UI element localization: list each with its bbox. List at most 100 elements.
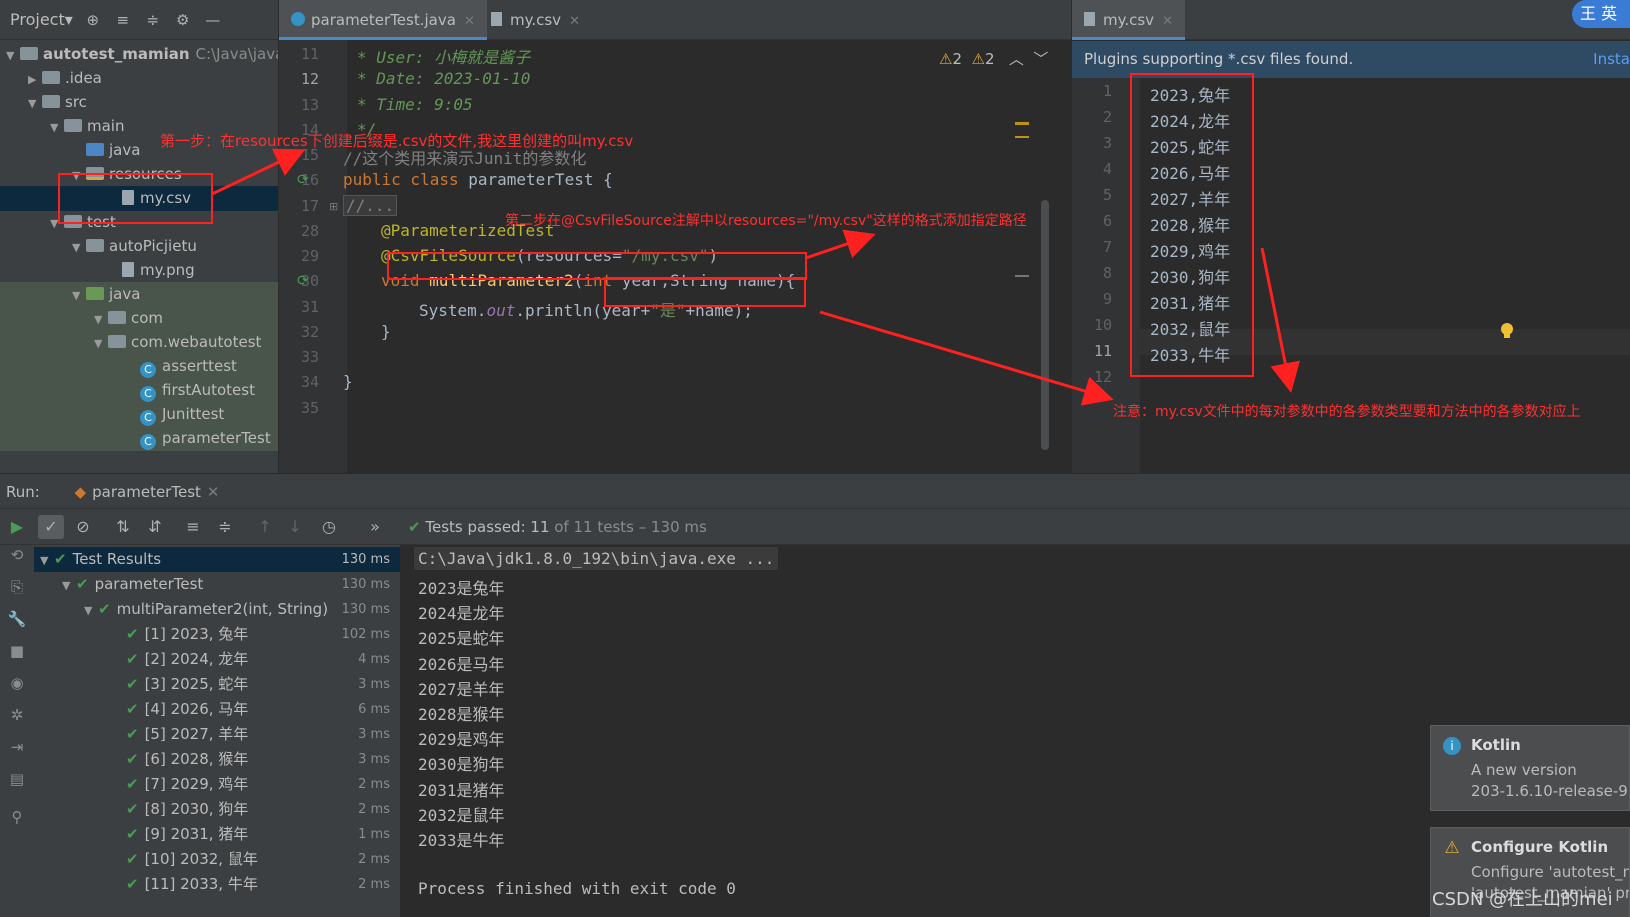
tab-my-csv[interactable]: my.csv ✕	[479, 0, 592, 40]
console-output-line: 2027是羊年	[418, 679, 505, 699]
tree-item-asserttest[interactable]: Casserttest	[0, 354, 278, 379]
tree-item-test[interactable]: ▼ test	[0, 210, 278, 235]
show-passed-icon[interactable]: ✓	[38, 515, 64, 539]
show-ignored-icon[interactable]: ⊘	[70, 515, 96, 539]
layout-icon[interactable]: ▤	[7, 769, 27, 789]
inspection-widget[interactable]: ⚠2 ⚠2 ︿ ﹀	[939, 48, 1048, 69]
collapse-all-icon[interactable]: ≑	[143, 11, 163, 29]
test-case-row[interactable]: ✔ [6] 2028, 猴年 3 ms	[34, 747, 400, 772]
tab-parametertest-java[interactable]: parameterTest.java ✕	[279, 0, 487, 40]
tree-item-firstautotest[interactable]: CfirstAutotest	[0, 378, 278, 403]
tree-item-idea[interactable]: ▶ .idea	[0, 66, 278, 91]
close-icon[interactable]: ✕	[1162, 14, 1173, 29]
tree-item-label: com.webautotest	[131, 333, 262, 351]
run-gutter-icon[interactable]: ⟳	[297, 172, 309, 188]
collapse-all-icon[interactable]: ≑	[212, 515, 238, 539]
rerun-icon[interactable]: ▶	[4, 515, 30, 539]
test-duration: 4 ms	[358, 652, 390, 667]
tree-item-junittest[interactable]: C Junittest	[0, 402, 278, 427]
close-icon[interactable]: ✕	[464, 14, 475, 29]
lightbulb-icon[interactable]	[1500, 322, 1514, 340]
debug-icon[interactable]: ⟲	[7, 545, 27, 565]
tree-item-parametertest[interactable]: CparameterTest	[0, 426, 278, 451]
attach-icon[interactable]: ⎘	[7, 577, 27, 597]
editor-scrollbar[interactable]	[1041, 200, 1049, 450]
hide-icon[interactable]: —	[203, 11, 223, 29]
code-editor[interactable]: 11 12 13 14 15 16 17 28 29 30 31 32 33 3…	[279, 40, 1071, 473]
run-gutter-icon[interactable]: ⟳	[297, 273, 309, 289]
expand-all-icon[interactable]: ≡	[180, 515, 206, 539]
settings-icon[interactable]: ✲	[7, 705, 27, 725]
tree-item-project-root[interactable]: ▼ autotest_mamian C:\Java\java	[0, 42, 278, 67]
gear-icon[interactable]: ⚙	[173, 11, 193, 29]
code-annotation: @CsvFileSource	[381, 246, 516, 265]
more-icon[interactable]: »	[362, 515, 388, 539]
check-icon: ✔	[408, 518, 421, 536]
tree-item-com[interactable]: ▼ com	[0, 306, 278, 331]
tree-item-label: .idea	[65, 69, 102, 87]
kotlin-notification[interactable]: i Kotlin A new version 203-1.6.10-releas…	[1430, 725, 1630, 811]
console-output-line: 2033是牛年	[418, 831, 505, 850]
test-case-row[interactable]: ✔ [2] 2024, 龙年 4 ms	[34, 647, 400, 672]
test-history-icon[interactable]: ◷	[316, 515, 342, 539]
test-case-row[interactable]: ✔ [9] 2031, 猪年 1 ms	[34, 822, 400, 847]
test-case-row[interactable]: ✔ [3] 2025, 蛇年 3 ms	[34, 672, 400, 697]
tree-item-label: my.csv	[140, 189, 192, 207]
test-node[interactable]: ▼ ✔ multiParameter2(int, String) 130 ms	[34, 597, 400, 622]
tab-my-csv-split[interactable]: my.csv ✕	[1072, 0, 1185, 40]
tree-item-label: asserttest	[162, 357, 237, 375]
tree-item-test-java[interactable]: ▼ java	[0, 282, 278, 307]
test-node[interactable]: ▼ ✔ parameterTest 130 ms	[34, 572, 400, 597]
test-case-row[interactable]: ✔ [5] 2027, 羊年 3 ms	[34, 722, 400, 747]
expand-all-icon[interactable]: ≡	[113, 11, 133, 29]
project-view-selector[interactable]: Project▾	[10, 10, 73, 29]
previous-failed-icon[interactable]: ↑	[252, 515, 278, 539]
test-node[interactable]: ▼ ✔ Test Results 130 ms	[34, 547, 400, 572]
test-case-row[interactable]: ✔ [4] 2026, 马年 6 ms	[34, 697, 400, 722]
csv-row: 2025,蛇年	[1150, 138, 1231, 157]
passed-check-icon: ✔	[126, 825, 139, 843]
test-case-row[interactable]: ✔ [1] 2023, 兔年 102 ms	[34, 622, 400, 647]
tree-item-autopicjietu[interactable]: ▼ autoPicjietu	[0, 234, 278, 259]
run-config-icon: ◆	[74, 483, 87, 501]
passed-check-icon: ✔	[126, 725, 139, 743]
locate-icon[interactable]: ⊕	[83, 11, 103, 29]
code-keyword: void	[381, 271, 430, 290]
tree-item-resources[interactable]: ▼ resources	[0, 162, 278, 187]
scroll-marker	[1015, 275, 1029, 277]
code-text: year,String name){	[621, 271, 796, 290]
console-output-line: 2029是鸡年	[418, 730, 505, 750]
csv-tab-bar: my.csv ✕	[1072, 0, 1630, 40]
test-case-row[interactable]: ✔ [8] 2030, 狗年 2 ms	[34, 797, 400, 822]
exit-icon[interactable]: ⇥	[7, 737, 27, 757]
run-tab-parametertest[interactable]: ◆ parameterTest ✕	[67, 474, 228, 510]
next-failed-icon[interactable]: ↓	[282, 515, 308, 539]
install-plugins-link[interactable]: Insta	[1593, 41, 1630, 78]
tree-item-src[interactable]: ▼ src	[0, 90, 278, 115]
fold-icon[interactable]: ⊞	[329, 200, 338, 213]
close-icon[interactable]: ✕	[569, 14, 580, 29]
tree-item-my-csv[interactable]: my.csv	[0, 186, 278, 211]
camera-icon[interactable]: ◉	[7, 673, 27, 693]
class-icon: C	[140, 386, 156, 402]
project-path: C:\Java\java	[195, 45, 278, 63]
folded-code[interactable]: //...	[343, 195, 398, 216]
test-case-row[interactable]: ✔ [11] 2033, 牛年 2 ms	[34, 872, 400, 897]
pin-icon[interactable]: ⚲	[7, 807, 27, 827]
wrench-icon[interactable]: 🔧	[7, 609, 27, 629]
previous-highlight-icon[interactable]: ︿	[1009, 50, 1024, 68]
next-highlight-icon[interactable]: ﹀	[1033, 50, 1048, 68]
close-icon[interactable]: ✕	[207, 483, 220, 501]
csv-row: 2026,马年	[1150, 164, 1231, 183]
sort-duration-icon[interactable]: ⇵	[142, 515, 168, 539]
stop-icon[interactable]: ■	[7, 641, 27, 661]
console-command[interactable]: C:\Java\jdk1.8.0_192\bin\java.exe ...	[414, 547, 779, 570]
sort-alpha-icon[interactable]: ⇅	[110, 515, 136, 539]
tree-item-com-webautotest[interactable]: ▼ com.webautotest	[0, 330, 278, 355]
tree-item-label: Junittest	[162, 405, 225, 423]
test-label: [3] 2025, 蛇年	[144, 675, 249, 693]
test-case-row[interactable]: ✔ [7] 2029, 鸡年 2 ms	[34, 772, 400, 797]
test-label: [11] 2033, 牛年	[144, 875, 258, 893]
test-case-row[interactable]: ✔ [10] 2032, 鼠年 2 ms	[34, 847, 400, 872]
tree-item-my-png[interactable]: my.png	[0, 258, 278, 283]
